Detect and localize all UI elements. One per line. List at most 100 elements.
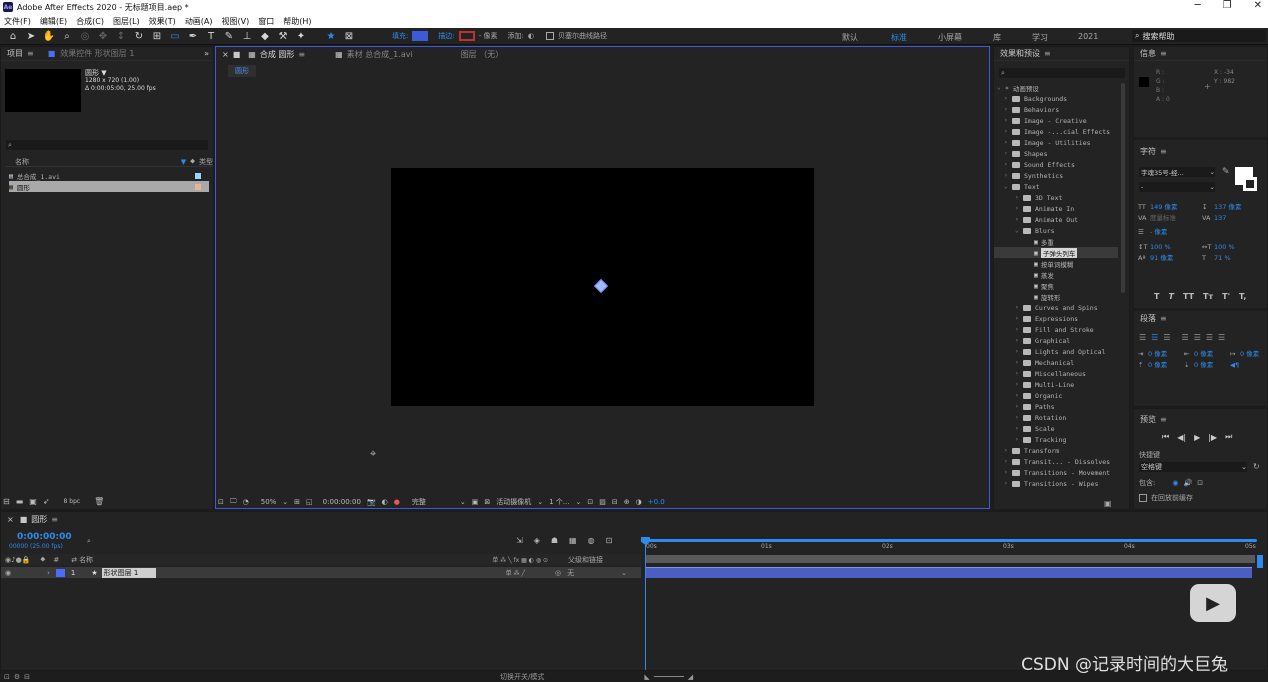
- column-name[interactable]: 名称: [15, 157, 29, 167]
- motion-blur-icon[interactable]: ◍: [588, 536, 595, 545]
- effects-folder-item[interactable]: › Fill and Stroke: [994, 324, 1118, 335]
- effects-folder-item[interactable]: › Scale: [994, 423, 1118, 434]
- chevron-right-icon[interactable]: ›: [1015, 205, 1023, 212]
- project-row-selected[interactable]: ▦ 圆形: [9, 181, 209, 192]
- cache-checkbox[interactable]: [1139, 494, 1147, 502]
- always-preview-icon[interactable]: ⊡: [218, 498, 224, 506]
- show-snapshot-icon[interactable]: ◐: [382, 498, 388, 506]
- rotate-tool-icon[interactable]: ↻: [132, 29, 146, 43]
- subscript-button[interactable]: T,: [1239, 292, 1246, 301]
- effects-folder-item[interactable]: › Backgrounds: [994, 93, 1118, 104]
- workspace-default[interactable]: 默认: [842, 32, 858, 43]
- horizontal-scale-value[interactable]: 100 %: [1214, 242, 1235, 253]
- pixel-aspect-icon[interactable]: ▨: [599, 498, 606, 506]
- font-family-dropdown[interactable]: 字魂35号-经... ⌄: [1139, 167, 1215, 177]
- rectangle-tool-icon[interactable]: ▭: [168, 29, 182, 43]
- mask-icon[interactable]: ◱: [306, 498, 313, 506]
- pan-tool-icon[interactable]: ✥: [96, 29, 110, 43]
- effects-preset-item[interactable]: ▣ 蒸发: [994, 269, 1118, 280]
- delete-icon[interactable]: 🗑: [94, 497, 104, 506]
- project-row[interactable]: ▤ 总合成_1.avi: [9, 170, 209, 181]
- include-video-icon[interactable]: ◉: [1172, 479, 1178, 487]
- comp-mini-flowchart-icon[interactable]: ⇲: [516, 536, 523, 545]
- bezier-checkbox[interactable]: [545, 32, 554, 40]
- align-right-button[interactable]: ☰: [1163, 333, 1170, 342]
- justify-right-button[interactable]: ☰: [1206, 333, 1213, 342]
- baseline-shift-value[interactable]: 91 像素: [1150, 253, 1202, 264]
- interpret-footage-icon[interactable]: ⊟: [3, 497, 10, 506]
- chevron-right-icon[interactable]: ›: [1004, 139, 1012, 146]
- visibility-icon[interactable]: ◉: [5, 569, 11, 577]
- menu-window[interactable]: 窗口: [258, 16, 274, 27]
- orbit-tool-icon[interactable]: ◎: [78, 29, 92, 43]
- panel-overflow-icon[interactable]: »: [204, 49, 209, 58]
- eraser-tool-icon[interactable]: ◆: [258, 29, 272, 43]
- chevron-right-icon[interactable]: ›: [1004, 172, 1012, 179]
- timeline-search-input[interactable]: ⌕: [87, 536, 507, 546]
- fill-swatch[interactable]: [412, 31, 429, 41]
- font-size-value[interactable]: 149 像素: [1150, 202, 1202, 213]
- preview-title[interactable]: 预览: [1140, 414, 1156, 425]
- flowchart-icon[interactable]: ➶: [43, 497, 50, 506]
- help-search-box[interactable]: ⌕ 搜索帮助: [1132, 30, 1266, 42]
- new-preset-icon[interactable]: ▣: [1104, 499, 1112, 508]
- exposure-value[interactable]: +0.0: [648, 498, 665, 506]
- tab-composition[interactable]: 合成 圆形: [260, 49, 295, 60]
- fast-preview-icon[interactable]: ⊟: [612, 498, 618, 506]
- maximize-button[interactable]: ❐: [1223, 0, 1232, 14]
- zoom-in-icon[interactable]: ◢: [688, 673, 693, 681]
- chevron-right-icon[interactable]: ›: [1015, 304, 1023, 311]
- stroke-color-swatch[interactable]: [1243, 177, 1257, 191]
- effects-folder-item[interactable]: › Image - Utilities: [994, 137, 1118, 148]
- workspace-small-screen[interactable]: 小屏幕: [938, 32, 962, 43]
- effects-folder-item[interactable]: › Miscellaneous: [994, 368, 1118, 379]
- faux-bold-button[interactable]: T: [1154, 292, 1159, 301]
- selection-tool-icon[interactable]: ➤: [24, 29, 38, 43]
- chevron-right-icon[interactable]: ›: [1004, 458, 1012, 465]
- shy-icon[interactable]: ☗: [551, 536, 558, 545]
- reset-icon[interactable]: ↻: [1253, 462, 1260, 471]
- menu-help[interactable]: 帮助(H): [283, 16, 311, 27]
- effects-preset-item[interactable]: ▣ 聚焦: [994, 280, 1118, 291]
- workspace-learn[interactable]: 学习: [1032, 32, 1048, 43]
- video-play-overlay-icon[interactable]: ▶: [1190, 584, 1236, 622]
- chevron-right-icon[interactable]: ›: [1004, 128, 1012, 135]
- draft-3d-icon[interactable]: ◈: [534, 536, 540, 545]
- include-overlay-icon[interactable]: ⊡: [1197, 479, 1203, 487]
- chevron-right-icon[interactable]: ›: [1015, 337, 1023, 344]
- indent-left-value[interactable]: 0 像素: [1148, 349, 1184, 360]
- chevron-down-icon[interactable]: ⌄: [1004, 183, 1012, 190]
- effects-folder-item[interactable]: › Transitions - Movement: [994, 467, 1118, 478]
- effects-folder-item[interactable]: › Mechanical: [994, 357, 1118, 368]
- align-left-button[interactable]: ☰: [1139, 333, 1146, 342]
- effects-folder-item[interactable]: › Organic: [994, 390, 1118, 401]
- toggle-icon[interactable]: ⊡: [587, 498, 593, 506]
- small-caps-button[interactable]: Tт: [1203, 292, 1213, 301]
- effects-folder-item[interactable]: › Curves and Spins: [994, 302, 1118, 313]
- effects-folder-item[interactable]: › Behaviors: [994, 104, 1118, 115]
- effects-folder-item[interactable]: › Animate Out: [994, 214, 1118, 225]
- fit-icon[interactable]: ⊞: [294, 498, 300, 506]
- flowchart-icon[interactable]: ⊕: [624, 498, 630, 506]
- menu-view[interactable]: 视图(V): [222, 16, 250, 27]
- column-layer-name[interactable]: 名称: [79, 555, 93, 565]
- justify-center-button[interactable]: ☰: [1194, 333, 1201, 342]
- effects-folder-item[interactable]: ⌄ Text: [994, 181, 1118, 192]
- tab-footage[interactable]: 素材 总合成_1.avi: [347, 49, 413, 60]
- effects-preset-item[interactable]: ▣ 多重: [994, 236, 1118, 247]
- transparency-grid-icon[interactable]: ⊠: [484, 498, 490, 506]
- layer-label-color[interactable]: [55, 568, 65, 577]
- layer-switches[interactable]: 单 ⁂ ╱: [506, 568, 525, 577]
- effects-folder-item[interactable]: › Transitions - Wipes: [994, 478, 1118, 489]
- effects-folder-item[interactable]: › Graphical: [994, 335, 1118, 346]
- project-search-input[interactable]: ⌕: [6, 140, 208, 150]
- bpc-label[interactable]: 8 bpc: [64, 498, 81, 505]
- graph-editor-icon[interactable]: ⊡: [606, 536, 613, 545]
- chevron-right-icon[interactable]: ›: [1015, 414, 1023, 421]
- chevron-right-icon[interactable]: ›: [1004, 161, 1012, 168]
- menu-edit[interactable]: 编辑(E): [40, 16, 67, 27]
- layer-switches-icon[interactable]: ⚙: [14, 673, 20, 681]
- effects-folder-item[interactable]: › Lights and Optical: [994, 346, 1118, 357]
- effects-folder-item[interactable]: › 3D Text: [994, 192, 1118, 203]
- tab-project[interactable]: 项目: [7, 48, 23, 59]
